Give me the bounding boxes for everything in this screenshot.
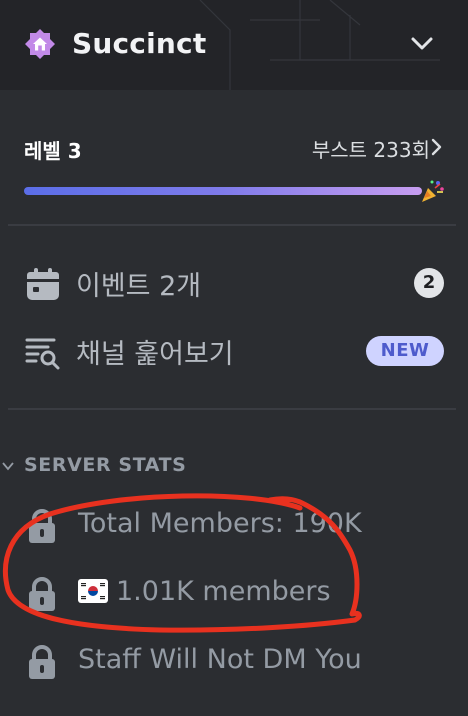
browse-channels-row[interactable]: 채널 훑어보기 NEW [24,330,444,372]
home-icon [25,29,55,59]
channel-name: 1.01K members [116,576,331,607]
banner-art [199,0,440,90]
server-stats-category[interactable]: SERVER STATS [0,452,468,480]
chevron-right-icon[interactable] [430,138,444,156]
caret-down-icon [2,462,14,471]
channel-name: Staff Will Not DM You [78,644,362,675]
party-popper-icon [422,180,444,202]
south-korea-flag-icon [78,579,108,603]
boost-progress-section[interactable]: 레벨 3 부스트 233회 [24,130,444,210]
divider [8,408,456,410]
channel-korea-members[interactable]: 1.01K members [26,572,446,616]
boost-progress-bar [24,187,422,195]
channel-name-wrap: 1.01K members [78,576,331,607]
events-count-badge: 2 [414,268,444,298]
boost-level-label: 레벨 3 [24,139,82,163]
channel-name: Total Members: 190K [78,508,362,539]
lock-icon [29,509,55,543]
lock-icon [29,577,55,611]
browse-channels-label: 채널 훑어보기 [76,339,234,370]
divider [8,224,456,226]
events-row[interactable]: 이벤트 2개 2 [24,262,444,304]
chevron-down-icon[interactable] [406,30,438,58]
browse-channels-icon [25,338,60,370]
server-name: Succinct [72,27,207,60]
channel-total-members[interactable]: Total Members: 190K [26,504,446,548]
channel-staff-notice[interactable]: Staff Will Not DM You [26,640,446,684]
boost-count-link[interactable]: 부스트 233회 [312,134,430,163]
server-header[interactable]: Succinct [0,0,468,90]
calendar-icon [27,268,59,300]
events-label: 이벤트 2개 [76,271,202,302]
lock-icon [29,645,55,679]
new-badge: NEW [366,336,444,366]
category-title: SERVER STATS [24,454,187,476]
